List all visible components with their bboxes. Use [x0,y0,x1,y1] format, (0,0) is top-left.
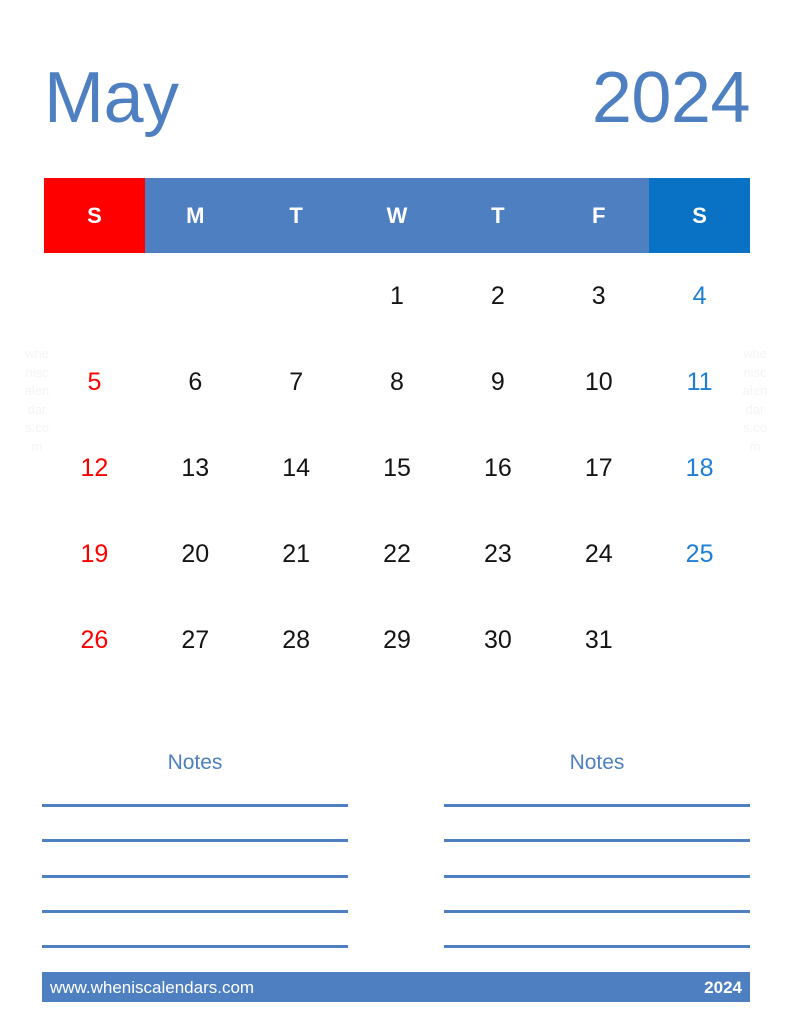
dates-grid: 1 2 3 4 5 6 7 8 9 10 11 12 13 14 15 16 17 18 19 20 21 22 23 24 2… [44,253,750,683]
day-cell-empty [649,597,750,683]
title-month: May [44,58,179,138]
weekday-header-cell: F [548,178,650,253]
note-line[interactable] [42,839,348,843]
note-line[interactable] [444,874,750,878]
day-cell[interactable]: 18 [649,425,750,511]
week-row: 26 27 28 29 30 31 [44,597,750,683]
day-cell[interactable]: 15 [347,425,448,511]
day-cell[interactable]: 23 [447,511,548,597]
week-row: 5 6 7 8 9 10 11 [44,339,750,425]
note-line[interactable] [444,945,750,948]
day-cell[interactable]: 14 [246,425,347,511]
day-cell[interactable]: 4 [649,253,750,339]
day-cell[interactable]: 30 [447,597,548,683]
day-cell[interactable]: 22 [347,511,448,597]
weekday-header-row: SMTWTFS [44,178,751,253]
notes-area: Notes Notes [42,752,750,948]
day-cell[interactable]: 10 [548,339,649,425]
day-cell[interactable]: 16 [447,425,548,511]
day-cell[interactable]: 27 [145,597,246,683]
day-cell-empty [44,253,145,339]
day-cell[interactable]: 3 [548,253,649,339]
notes-block-right: Notes [444,752,750,948]
notes-title-right: Notes [569,751,625,774]
day-cell[interactable]: 5 [44,339,145,425]
week-row: 12 13 14 15 16 17 18 [44,425,750,511]
day-cell[interactable]: 26 [44,597,145,683]
day-cell[interactable]: 8 [347,339,448,425]
day-cell[interactable]: 17 [548,425,649,511]
note-line[interactable] [42,909,348,913]
day-cell[interactable]: 9 [447,339,548,425]
weekday-header-cell: W [346,178,448,253]
notes-lines-right[interactable] [444,792,750,948]
note-line[interactable] [42,874,348,878]
weekday-header-cell: S [44,178,145,253]
day-cell[interactable]: 6 [145,339,246,425]
weekday-header-cell: S [649,178,751,253]
day-cell-empty [145,253,246,339]
day-cell[interactable]: 31 [548,597,649,683]
week-row: 1234 [44,253,750,339]
footer-bar: www.wheniscalendars.com 2024 [42,972,750,1002]
watermark-right: wheniscalendars.com [742,346,768,454]
day-cell[interactable]: 20 [145,511,246,597]
note-line[interactable] [444,909,750,913]
day-cell[interactable]: 2 [447,253,548,339]
calendar-page: May 2024 SMTWTFS 1 2 3 4 5 6 7 8 9 10 11 12 13 14 15 16… [0,0,792,1024]
day-cell[interactable]: 21 [246,511,347,597]
footer-url[interactable]: www.wheniscalendars.com [50,979,254,996]
day-cell[interactable]: 12 [44,425,145,511]
day-cell[interactable]: 1 [347,253,448,339]
weekday-header-cell: T [447,178,549,253]
title-year: 2024 [591,58,751,138]
watermark-left: wheniscalendars.com [24,346,50,454]
notes-lines-left[interactable] [42,792,348,948]
notes-title-left: Notes [167,751,223,774]
day-cell[interactable]: 25 [649,511,750,597]
day-cell[interactable]: 13 [145,425,246,511]
weekday-header-cell: T [245,178,347,253]
note-line[interactable] [42,945,348,948]
notes-block-left: Notes [42,752,348,948]
day-cell[interactable]: 29 [347,597,448,683]
day-cell[interactable]: 19 [44,511,145,597]
day-cell[interactable]: 28 [246,597,347,683]
day-cell-empty [246,253,347,339]
weekday-header-cell: M [144,178,246,253]
note-line[interactable] [444,839,750,843]
calendar-title: May 2024 [44,52,751,144]
week-row: 19 20 21 22 23 24 25 [44,511,750,597]
day-cell[interactable]: 24 [548,511,649,597]
footer-year: 2024 [704,977,742,997]
day-cell[interactable]: 7 [246,339,347,425]
note-line[interactable] [444,804,750,807]
day-cell[interactable]: 11 [649,339,750,425]
note-line[interactable] [42,804,348,807]
